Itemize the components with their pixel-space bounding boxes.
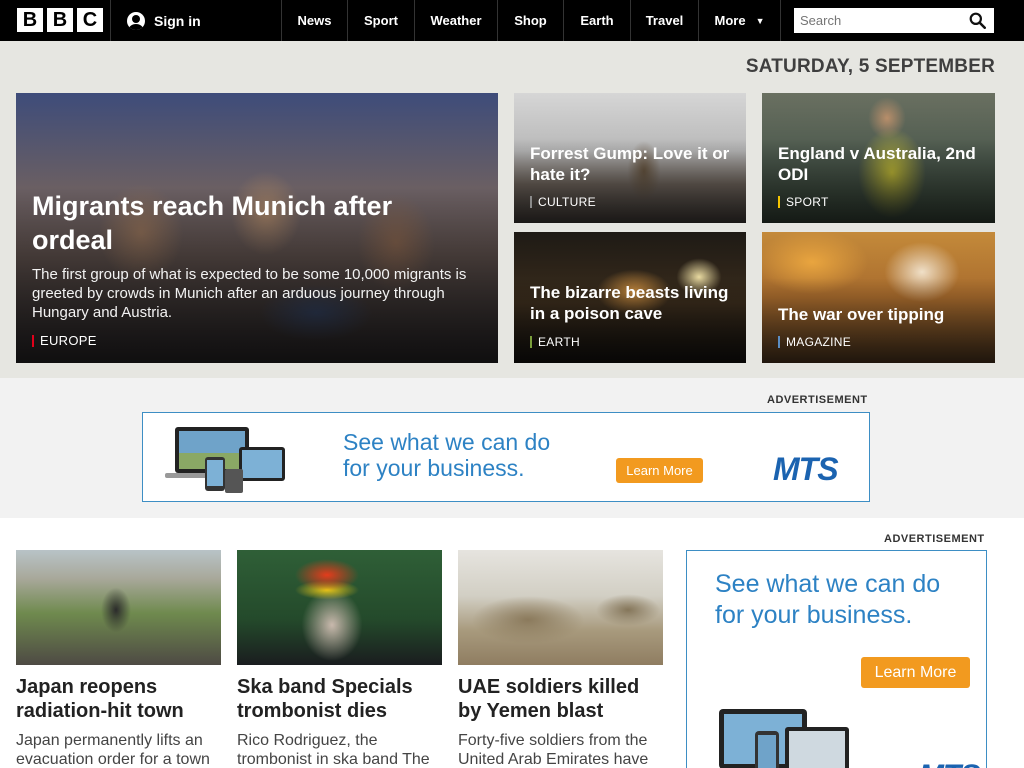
story-image <box>237 550 442 665</box>
search-box <box>794 8 994 33</box>
story-tile-earth[interactable]: The bizarre beasts living in a poison ca… <box>514 232 746 363</box>
story-image <box>16 550 221 665</box>
nav-label: Travel <box>645 13 684 28</box>
ad-headline: See what we can do for your business. <box>715 569 940 631</box>
nav-item-earth[interactable]: Earth <box>564 0 631 41</box>
ad-headline-line: See what we can do <box>715 570 941 598</box>
advertisement-label: ADVERTISEMENT <box>884 533 985 545</box>
story-tile-magazine[interactable]: The war over tipping MAGAZINE <box>762 232 995 363</box>
nav-label: Shop <box>514 13 547 28</box>
leaderboard-ad[interactable]: See what we can do for your business. Le… <box>142 412 870 502</box>
nav-label: News <box>297 13 332 28</box>
story-title[interactable]: Ska band Specials trombonist dies <box>237 675 442 723</box>
advertisement-label: ADVERTISEMENT <box>767 394 868 406</box>
mts-logo: MTS <box>773 451 839 487</box>
nav-item-sport[interactable]: Sport <box>348 0 415 41</box>
story-tile-tag: MAGAZINE <box>778 336 851 348</box>
story-tile-title: The war over tipping <box>778 305 945 324</box>
logo-letter: C <box>77 8 103 32</box>
nav-label: Sport <box>364 13 398 28</box>
story-tile-sport[interactable]: England v Australia, 2nd ODI SPORT <box>762 93 995 223</box>
search-input[interactable] <box>800 13 960 28</box>
top-stories-section: SATURDAY, 5 SEPTEMBER Migrants reach Mun… <box>0 41 1024 378</box>
story-card[interactable]: Ska band Specials trombonist dies Rico R… <box>237 550 442 768</box>
hero-story-tag: EUROPE <box>32 334 97 347</box>
user-icon <box>127 11 145 30</box>
bbc-logo[interactable]: B B C <box>17 8 103 32</box>
main-nav: News Sport Weather Shop Earth Travel Mor… <box>282 0 781 41</box>
logo-letter: B <box>47 8 73 32</box>
learn-more-button[interactable]: Learn More <box>616 458 703 483</box>
nav-label: Earth <box>580 13 614 28</box>
top-bar: B B C Sign in News Sport Weather Shop Ea… <box>0 0 1024 41</box>
nav-item-news[interactable]: News <box>282 0 348 41</box>
search-icon[interactable] <box>969 12 986 29</box>
sign-in-label: Sign in <box>154 12 201 29</box>
devices-image <box>719 709 849 768</box>
nav-item-weather[interactable]: Weather <box>415 0 498 41</box>
sign-in-link[interactable]: Sign in <box>110 0 282 41</box>
story-summary: Japan permanently lifts an evacuation or… <box>16 732 210 768</box>
story-tile-culture[interactable]: Forrest Gump: Love it or hate it? CULTUR… <box>514 93 746 223</box>
ad-headline: See what we can do for your business. <box>343 429 550 481</box>
story-title[interactable]: UAE soldiers killed by Yemen blast <box>458 675 663 723</box>
hero-story-card[interactable]: Migrants reach Munich after ordeal The f… <box>16 93 498 363</box>
logo-letter: B <box>17 8 43 32</box>
page-date: SATURDAY, 5 SEPTEMBER <box>745 56 995 77</box>
leaderboard-ad-band: ADVERTISEMENT See what we can do for you… <box>0 378 1024 518</box>
story-summary: Rico Rodriguez, the trombonist in ska ba… <box>237 732 430 768</box>
learn-more-button[interactable]: Learn More <box>861 657 970 688</box>
nav-label: More <box>714 13 746 28</box>
mpu-ad[interactable]: See what we can do for your business. Le… <box>686 550 987 768</box>
story-tile-title: The bizarre beasts living in a poison ca… <box>530 283 729 323</box>
nav-label: Weather <box>430 13 482 28</box>
story-card[interactable]: UAE soldiers killed by Yemen blast Forty… <box>458 550 663 768</box>
story-title[interactable]: Japan reopens radiation-hit town <box>16 675 221 723</box>
mts-logo: MTS <box>919 759 980 768</box>
story-tile-tag: SPORT <box>778 196 829 208</box>
nav-item-more[interactable]: More ▼ <box>699 0 781 41</box>
nav-item-travel[interactable]: Travel <box>631 0 699 41</box>
hero-story-title: Migrants reach Munich after ordeal <box>32 191 393 255</box>
story-summary: Forty-five soldiers from the United Arab… <box>458 732 649 768</box>
ad-headline-line: for your business. <box>343 455 525 481</box>
ad-headline-line: for your business. <box>715 601 913 629</box>
story-image <box>458 550 663 665</box>
chevron-down-icon: ▼ <box>755 15 765 26</box>
devices-image <box>165 427 285 493</box>
hero-story-summary: The first group of what is expected to b… <box>32 266 467 321</box>
ad-headline-line: See what we can do <box>343 429 551 455</box>
story-card[interactable]: Japan reopens radiation-hit town Japan p… <box>16 550 221 768</box>
story-tile-title: Forrest Gump: Love it or hate it? <box>530 144 730 184</box>
nav-item-shop[interactable]: Shop <box>498 0 564 41</box>
story-tile-tag: EARTH <box>530 336 580 348</box>
story-tile-tag: CULTURE <box>530 196 596 208</box>
story-tile-title: England v Australia, 2nd ODI <box>778 144 976 184</box>
